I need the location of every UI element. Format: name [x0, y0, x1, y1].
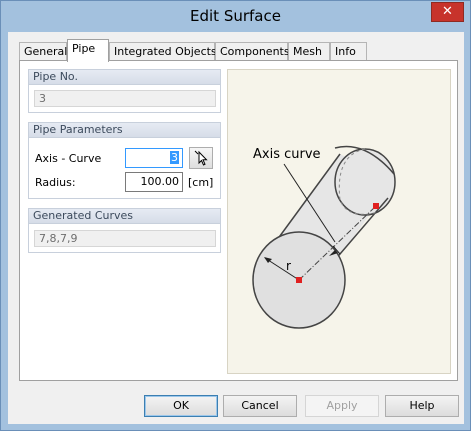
tab-info[interactable]: Info	[330, 42, 367, 61]
cylinder-diagram	[252, 145, 396, 329]
radius-input[interactable]: 100.00	[125, 172, 183, 192]
tab-general[interactable]: General	[19, 42, 67, 61]
axis-curve-input[interactable]: 3	[125, 148, 183, 168]
dialog-client: General Pipe Integrated Objects Componen…	[8, 32, 464, 424]
pick-cursor-icon	[194, 150, 208, 166]
tab-pipe[interactable]: Pipe	[67, 39, 109, 62]
pipe-parameters-header: Pipe Parameters	[29, 123, 220, 138]
pipe-tab-panel: Pipe No. 3 Pipe Parameters Axis - Curve …	[19, 60, 458, 381]
ok-button[interactable]: OK	[144, 395, 218, 417]
pipe-no-header: Pipe No.	[29, 70, 220, 85]
axis-curve-value: 3	[170, 151, 179, 164]
pipe-illustration: Axis curve r	[227, 69, 451, 374]
axis-curve-label: Axis - Curve	[35, 152, 102, 165]
radius-unit: [cm]	[188, 176, 214, 189]
axis-curve-annotation: Axis curve	[253, 147, 321, 162]
pipe-no-field: 3	[34, 90, 216, 107]
radius-annotation: r	[286, 259, 291, 273]
generated-curves-header: Generated Curves	[29, 209, 220, 224]
tab-mesh[interactable]: Mesh	[288, 42, 330, 61]
apply-button[interactable]: Apply	[305, 395, 379, 417]
generated-curves-field: 7,8,7,9	[34, 230, 216, 247]
dialog-title: Edit Surface	[190, 7, 281, 25]
cancel-button[interactable]: Cancel	[223, 395, 297, 417]
radius-label: Radius:	[35, 176, 76, 189]
tab-pipe-label: Pipe	[72, 42, 96, 55]
edit-surface-dialog: Edit Surface ✕ General Pipe Integrated O…	[0, 0, 471, 431]
pipe-parameters-group: Pipe Parameters Axis - Curve 3 Radius: 1…	[28, 122, 221, 199]
pick-axis-curve-button[interactable]	[189, 147, 213, 169]
tab-integrated-objects[interactable]: Integrated Objects	[109, 42, 217, 61]
generated-curves-group: Generated Curves 7,8,7,9	[28, 208, 221, 253]
front-center-point	[296, 277, 302, 283]
pipe-no-group: Pipe No. 3	[28, 69, 221, 113]
help-button[interactable]: Help	[385, 395, 459, 417]
back-center-point	[373, 203, 379, 209]
close-button[interactable]: ✕	[431, 2, 464, 22]
tab-components[interactable]: Components	[215, 42, 290, 61]
